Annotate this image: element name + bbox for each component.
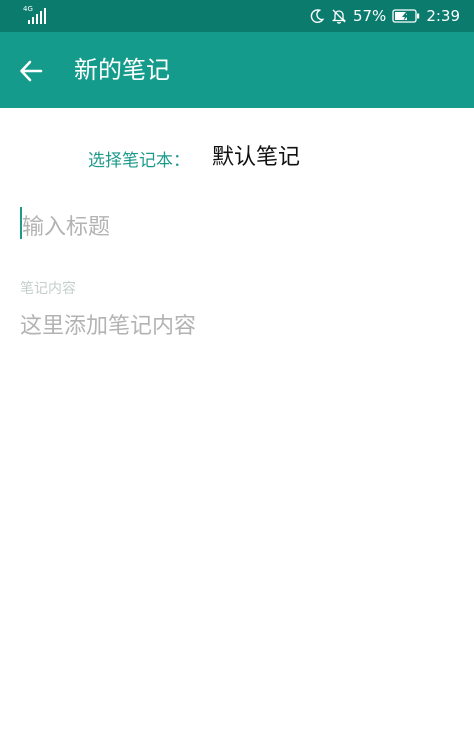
content-label: 笔记内容	[20, 281, 76, 297]
signal-indicator: 4G	[22, 6, 50, 24]
moon-icon	[310, 9, 325, 23]
status-icons: 57% 2:39	[309, 0, 460, 32]
title-placeholder: 输入标题	[22, 215, 111, 240]
arrow-left-icon	[20, 60, 43, 82]
battery-charging-icon	[392, 9, 420, 23]
notebook-select[interactable]: 默认笔记	[212, 139, 300, 171]
page-title: 新的笔记	[74, 56, 170, 84]
battery-percent: 57%	[352, 7, 387, 25]
back-button[interactable]	[14, 54, 48, 88]
app-bar: 新的笔记	[0, 32, 474, 108]
content-placeholder: 这里添加笔记内容	[20, 314, 197, 339]
notebook-selector: 选择笔记本： 默认笔记	[0, 138, 474, 172]
notebook-label: 选择笔记本：	[88, 151, 190, 171]
network-type: 4G	[23, 5, 33, 13]
clock: 2:39	[426, 7, 460, 25]
title-input[interactable]: 输入标题	[20, 206, 460, 242]
bell-off-icon	[331, 9, 347, 24]
content-input[interactable]: 这里添加笔记内容	[20, 306, 460, 342]
status-bar: 4G 57% 2:39	[0, 0, 474, 32]
